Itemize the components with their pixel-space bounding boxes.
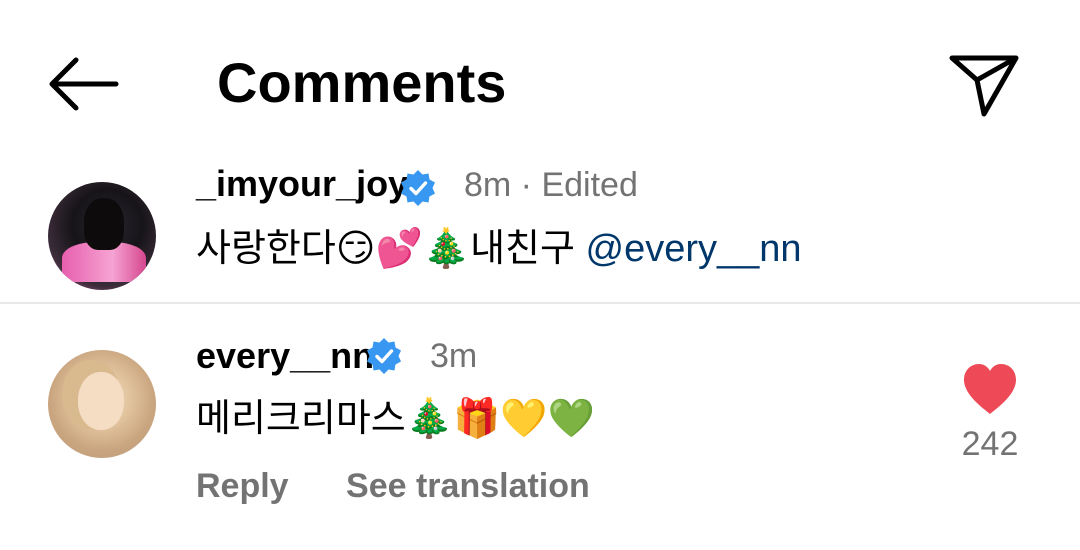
comment-item: every__nn 3m 메리크리마스🎄🎁💛💚 Reply See transl… — [0, 304, 1080, 550]
page-title: Comments — [217, 51, 507, 114]
comments-screen: Comments _imyour_joy 8m · Edited 사랑한다😏💕🎄… — [0, 0, 1080, 550]
paper-plane-icon — [949, 55, 1019, 117]
comment-item: _imyour_joy 8m · Edited 사랑한다😏💕🎄내친구 @ever… — [0, 160, 1080, 302]
mention-link[interactable]: @every__nn — [586, 228, 802, 270]
comment-username[interactable]: _imyour_joy — [196, 162, 408, 206]
back-button[interactable] — [44, 52, 124, 116]
comment-username[interactable]: every__nn — [196, 334, 374, 378]
see-translation-button[interactable]: See translation — [346, 467, 590, 505]
avatar[interactable] — [48, 182, 156, 290]
comment-actions: Reply See translation — [196, 464, 638, 508]
reply-button[interactable]: Reply — [196, 467, 289, 505]
share-button[interactable] — [944, 48, 1024, 120]
arrow-left-icon — [49, 57, 119, 111]
comment-text: 메리크리마스🎄🎁💛💚 — [196, 398, 596, 440]
comment-text: 사랑한다😏💕🎄내친구 @every__nn — [196, 224, 802, 274]
comment-meta: 3m — [430, 337, 478, 375]
verified-badge-icon — [401, 170, 435, 206]
like-count: 242 — [961, 425, 1019, 463]
header: Comments — [0, 0, 1080, 165]
heart-icon — [964, 364, 1016, 414]
comment-meta: 8m · Edited — [464, 166, 638, 204]
avatar[interactable] — [48, 350, 156, 458]
comment-body: 사랑한다😏💕🎄내친구 — [196, 228, 586, 270]
like-button[interactable] — [960, 362, 1020, 418]
verified-badge-icon — [367, 338, 401, 374]
